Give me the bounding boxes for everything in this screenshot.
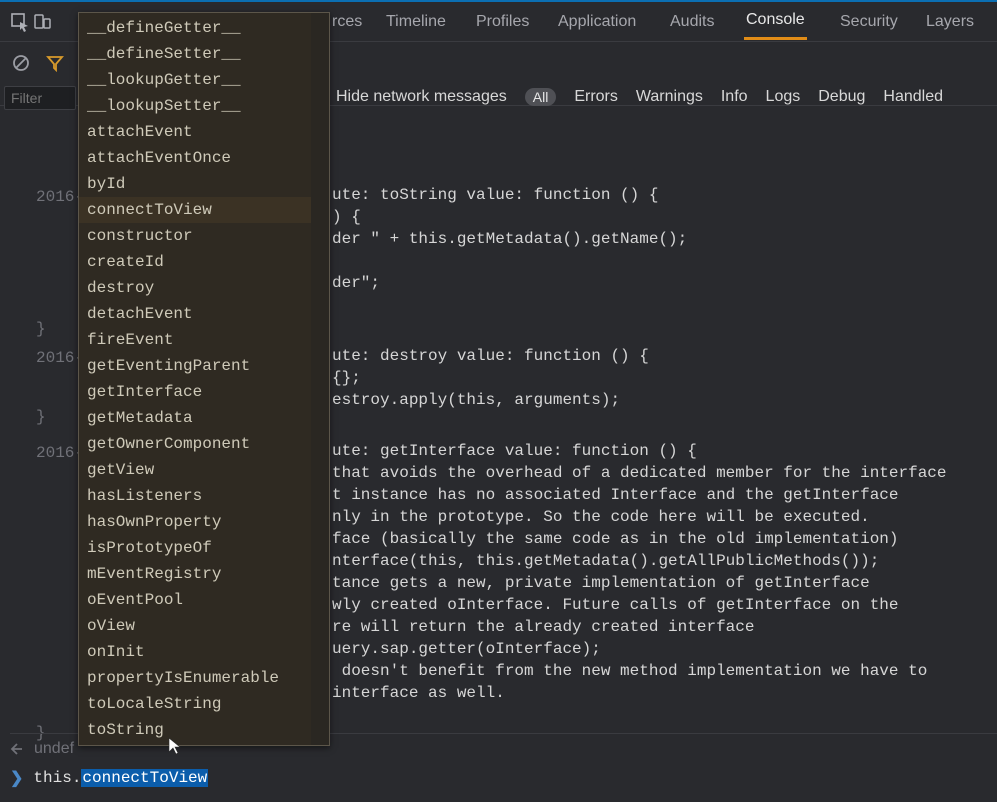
tab-console[interactable]: Console [744,3,807,40]
timestamp: 2016- [36,347,84,369]
inspect-group [10,12,52,32]
code-block-3: ute: getInterface value: function () { t… [332,440,947,704]
level-info[interactable]: Info [721,88,748,106]
autocomplete-item[interactable]: getEventingParent [79,353,311,379]
tab-security[interactable]: Security [838,5,900,39]
toggle-device-icon[interactable] [34,13,52,31]
timestamp: 2016- [36,186,84,208]
tab-profiles[interactable]: Profiles [474,5,531,39]
autocomplete-item[interactable]: isPrototypeOf [79,535,311,561]
autocomplete-item[interactable]: attachEvent [79,119,311,145]
autocomplete-item[interactable]: destroy [79,275,311,301]
autocomplete-item[interactable]: getInterface [79,379,311,405]
prompt-selection: connectToView [81,769,208,787]
autocomplete-item[interactable]: onInit [79,639,311,665]
console-prompt[interactable]: ❯ this.connectToView [10,768,208,788]
hide-network-label[interactable]: Hide network messages [336,88,507,106]
autocomplete-item[interactable]: __lookupGetter__ [79,67,311,93]
autocomplete-item[interactable]: __defineSetter__ [79,41,311,67]
brace: } [36,318,46,340]
code-block-1: ute: toString value: function () { ) { d… [332,184,687,294]
autocomplete-item[interactable]: __lookupSetter__ [79,93,311,119]
autocomplete-item[interactable]: oView [79,613,311,639]
level-all[interactable]: All [525,88,557,106]
return-value: undef [34,740,74,758]
autocomplete-item[interactable]: connectToView [79,197,311,223]
autocomplete-item[interactable]: mEventRegistry [79,561,311,587]
level-debug[interactable]: Debug [818,88,865,106]
tab-application[interactable]: Application [556,5,638,39]
code-block-2: ute: destroy value: function () { {}; es… [332,345,649,411]
autocomplete-item[interactable]: toLocaleString [79,691,311,717]
timestamp: 2016- [36,442,84,464]
autocomplete-item[interactable]: hasOwnProperty [79,509,311,535]
autocomplete-item[interactable]: toString [79,717,311,743]
autocomplete-item[interactable]: getView [79,457,311,483]
autocomplete-item[interactable]: __defineGetter__ [79,15,311,41]
select-element-icon[interactable] [10,12,30,32]
prompt-caret-icon: ❯ [10,768,23,788]
tab-layers[interactable]: Layers [924,5,976,39]
level-errors[interactable]: Errors [574,88,618,106]
autocomplete-item[interactable]: attachEventOnce [79,145,311,171]
autocomplete-item[interactable]: detachEvent [79,301,311,327]
tab-timeline[interactable]: Timeline [384,5,448,39]
autocomplete-item[interactable]: hasListeners [79,483,311,509]
autocomplete-item[interactable]: byId [79,171,311,197]
autocomplete-item[interactable]: createId [79,249,311,275]
autocomplete-popup[interactable]: __defineGetter____defineSetter____lookup… [78,12,330,746]
filter-icon[interactable] [46,54,64,72]
autocomplete-item[interactable]: getOwnerComponent [79,431,311,457]
autocomplete-item[interactable]: fireEvent [79,327,311,353]
autocomplete-item[interactable]: constructor [79,223,311,249]
prompt-text[interactable]: this.connectToView [33,769,208,787]
level-handled[interactable]: Handled [883,88,943,106]
return-arrow-icon [10,742,24,756]
tab-sources[interactable]: rces [330,5,364,39]
brace: } [36,406,46,428]
autocomplete-item[interactable]: getMetadata [79,405,311,431]
level-warnings[interactable]: Warnings [636,88,703,106]
tab-audits[interactable]: Audits [668,5,716,39]
mouse-cursor-icon [168,737,182,755]
gutter: 2016- } 2016- } 2016- } [0,106,82,802]
autocomplete-item[interactable]: oEventPool [79,587,311,613]
clear-console-icon[interactable] [12,54,30,72]
autocomplete-item[interactable]: propertyIsEnumerable [79,665,311,691]
level-logs[interactable]: Logs [766,88,801,106]
